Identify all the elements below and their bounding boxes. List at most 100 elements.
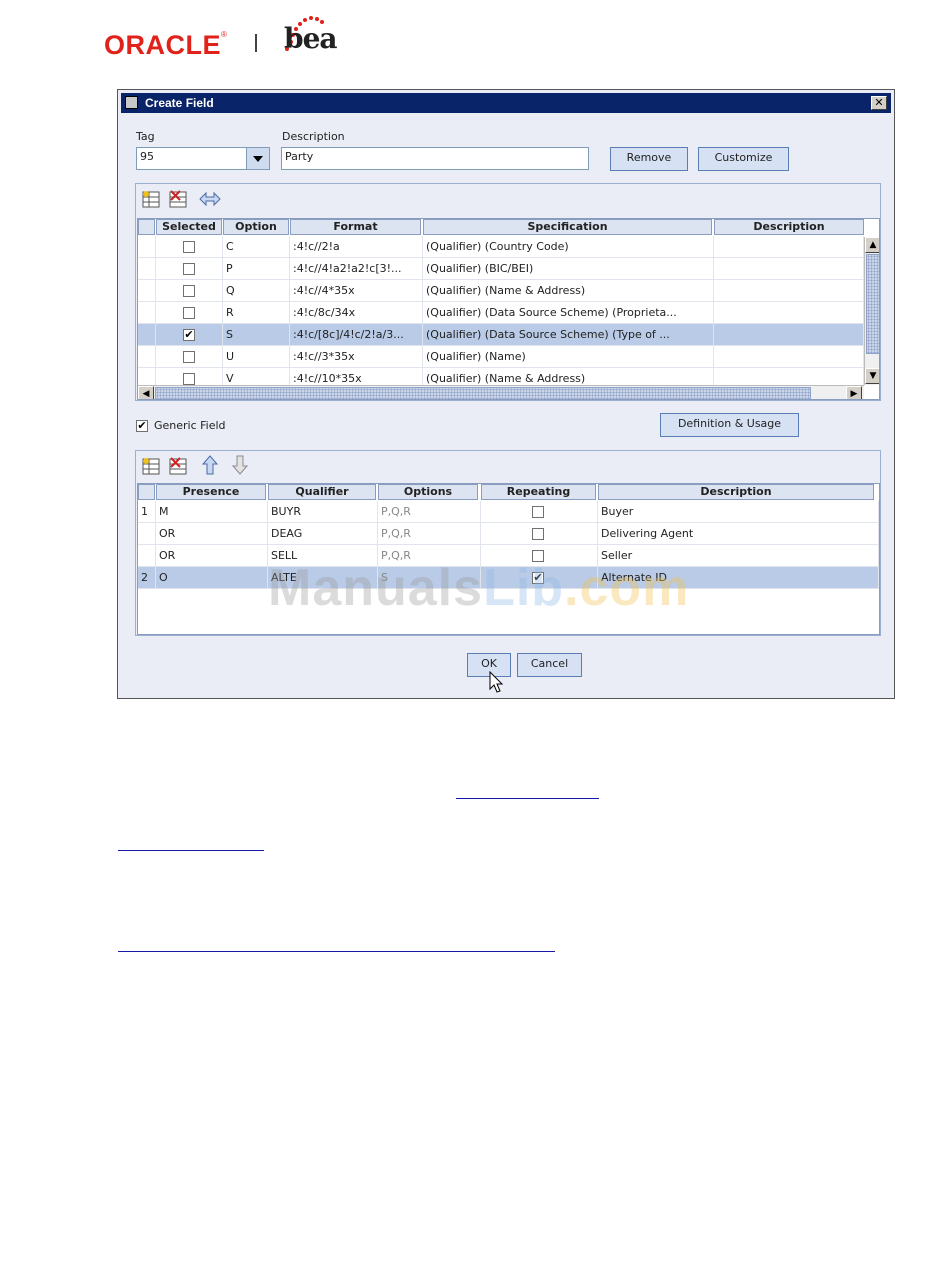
description-cell: Delivering Agent bbox=[598, 523, 879, 545]
option-cell: Q bbox=[223, 280, 290, 302]
generic-field-label: Generic Field bbox=[154, 419, 226, 432]
table-row[interactable]: P:4!c//4!a2!a2!c[3!... (Qualifier) (BIC/B… bbox=[138, 258, 864, 280]
row-number-cell: 2 bbox=[138, 567, 156, 589]
repeating-checkbox[interactable] bbox=[532, 528, 544, 540]
row-number-cell bbox=[138, 280, 156, 302]
vertical-scroll-thumb[interactable] bbox=[866, 254, 879, 354]
table-row[interactable]: OR DEAG P,Q,R Delivering Agent bbox=[138, 523, 879, 545]
tag-value: 95 bbox=[140, 150, 154, 163]
row-number-cell bbox=[138, 302, 156, 324]
column-header-rownum bbox=[138, 219, 155, 235]
table-row[interactable]: R:4!c/8c/34x (Qualifier) (Data Source Sch… bbox=[138, 302, 864, 324]
horizontal-scrollbar[interactable]: ◀ ▶ bbox=[138, 385, 864, 399]
column-header-selected[interactable]: Selected bbox=[156, 219, 222, 235]
hyperlink-1[interactable] bbox=[456, 798, 599, 799]
definition-usage-button[interactable]: Definition & Usage bbox=[660, 413, 799, 437]
column-header-qualifier[interactable]: Qualifier bbox=[268, 484, 376, 500]
bea-logo: bea bbox=[284, 22, 338, 55]
option-cell: S bbox=[223, 324, 290, 346]
dropdown-arrow-icon[interactable] bbox=[246, 147, 270, 170]
specification-cell: (Qualifier) (Name) bbox=[423, 346, 714, 368]
description-cell bbox=[714, 280, 864, 302]
horizontal-scroll-thumb[interactable] bbox=[155, 387, 811, 399]
watermark: ManualsLib.com bbox=[268, 559, 690, 617]
option-cell: U bbox=[223, 346, 290, 368]
qualifier-cell: DEAG bbox=[268, 523, 378, 545]
option-checkbox[interactable]: ✔ bbox=[183, 329, 195, 341]
description-label: Description bbox=[282, 130, 345, 143]
options-cell: P,Q,R bbox=[378, 523, 481, 545]
table-row[interactable]: U:4!c//3*35x (Qualifier) (Name) bbox=[138, 346, 864, 368]
repeating-cell bbox=[481, 523, 598, 545]
option-checkbox[interactable] bbox=[183, 307, 195, 319]
description-cell: Buyer bbox=[598, 501, 879, 523]
options-cell: P,Q,R bbox=[378, 501, 481, 523]
description-cell bbox=[714, 302, 864, 324]
description-cell bbox=[714, 236, 864, 258]
move-down-icon[interactable] bbox=[230, 455, 250, 475]
description-field[interactable]: Party bbox=[281, 147, 589, 170]
description-cell bbox=[714, 346, 864, 368]
column-header-description[interactable]: Description bbox=[598, 484, 874, 500]
row-number-cell bbox=[138, 324, 156, 346]
scroll-down-icon[interactable]: ▼ bbox=[865, 368, 879, 384]
format-cell: :4!c//2!a bbox=[290, 236, 423, 258]
selected-cell bbox=[156, 236, 223, 258]
row-number-cell bbox=[138, 236, 156, 258]
presence-cell: OR bbox=[156, 523, 268, 545]
column-header-option[interactable]: Option bbox=[223, 219, 289, 235]
cancel-button[interactable]: Cancel bbox=[517, 653, 582, 677]
remove-button[interactable]: Remove bbox=[610, 147, 688, 171]
scroll-left-icon[interactable]: ◀ bbox=[138, 386, 154, 399]
repeating-cell bbox=[481, 501, 598, 523]
specification-cell: (Qualifier) (BIC/BEI) bbox=[423, 258, 714, 280]
option-checkbox[interactable] bbox=[183, 373, 195, 385]
table-row[interactable]: Q:4!c//4*35x (Qualifier) (Name & Address… bbox=[138, 280, 864, 302]
table-row[interactable]: ✔ S:4!c/[8c]/4!c/2!a/3... (Qualifier) (Dat… bbox=[138, 324, 864, 346]
hyperlink-3[interactable] bbox=[118, 951, 555, 952]
row-number-cell: 1 bbox=[138, 501, 156, 523]
tag-combobox[interactable]: 95 bbox=[136, 147, 248, 170]
option-checkbox[interactable] bbox=[183, 241, 195, 253]
move-up-icon[interactable] bbox=[200, 455, 220, 475]
close-icon[interactable]: ✕ bbox=[871, 96, 887, 110]
oracle-logo: ORACLE® bbox=[104, 30, 228, 60]
column-header-presence[interactable]: Presence bbox=[156, 484, 266, 500]
column-header-rownum bbox=[138, 484, 155, 500]
row-number-cell bbox=[138, 346, 156, 368]
vertical-scrollbar[interactable]: ▲ ▼ bbox=[864, 237, 879, 385]
scroll-right-icon[interactable]: ▶ bbox=[846, 386, 862, 399]
options-panel: Selected Option Format Specification Des… bbox=[135, 183, 881, 401]
option-cell: R bbox=[223, 302, 290, 324]
repeating-checkbox[interactable] bbox=[532, 506, 544, 518]
format-cell: :4!c//3*35x bbox=[290, 346, 423, 368]
scroll-up-icon[interactable]: ▲ bbox=[865, 237, 879, 253]
format-cell: :4!c//4*35x bbox=[290, 280, 423, 302]
option-checkbox[interactable] bbox=[183, 285, 195, 297]
presence-cell: OR bbox=[156, 545, 268, 567]
tag-label: Tag bbox=[136, 130, 155, 143]
title-bar: Create Field ✕ bbox=[121, 93, 891, 113]
add-row-icon[interactable] bbox=[141, 456, 161, 476]
column-header-specification[interactable]: Specification bbox=[423, 219, 712, 235]
specification-cell: (Qualifier) (Country Code) bbox=[423, 236, 714, 258]
column-header-options[interactable]: Options bbox=[378, 484, 478, 500]
generic-field-checkbox[interactable]: ✔ bbox=[136, 420, 148, 432]
delete-row-icon[interactable] bbox=[168, 189, 188, 209]
presence-cell: M bbox=[156, 501, 268, 523]
add-row-icon[interactable] bbox=[141, 189, 161, 209]
selected-cell bbox=[156, 302, 223, 324]
column-header-description[interactable]: Description bbox=[714, 219, 864, 235]
selected-cell bbox=[156, 346, 223, 368]
column-header-repeating[interactable]: Repeating bbox=[481, 484, 596, 500]
hyperlink-2[interactable] bbox=[118, 850, 264, 851]
customize-button[interactable]: Customize bbox=[698, 147, 789, 171]
column-header-format[interactable]: Format bbox=[290, 219, 421, 235]
option-checkbox[interactable] bbox=[183, 351, 195, 363]
delete-row-icon[interactable] bbox=[168, 456, 188, 476]
table-row[interactable]: C:4!c//2!a (Qualifier) (Country Code) bbox=[138, 236, 864, 258]
swap-icon[interactable] bbox=[198, 189, 222, 209]
table-row[interactable]: 1 M BUYR P,Q,R Buyer bbox=[138, 501, 879, 523]
row-number-cell bbox=[138, 545, 156, 567]
option-checkbox[interactable] bbox=[183, 263, 195, 275]
